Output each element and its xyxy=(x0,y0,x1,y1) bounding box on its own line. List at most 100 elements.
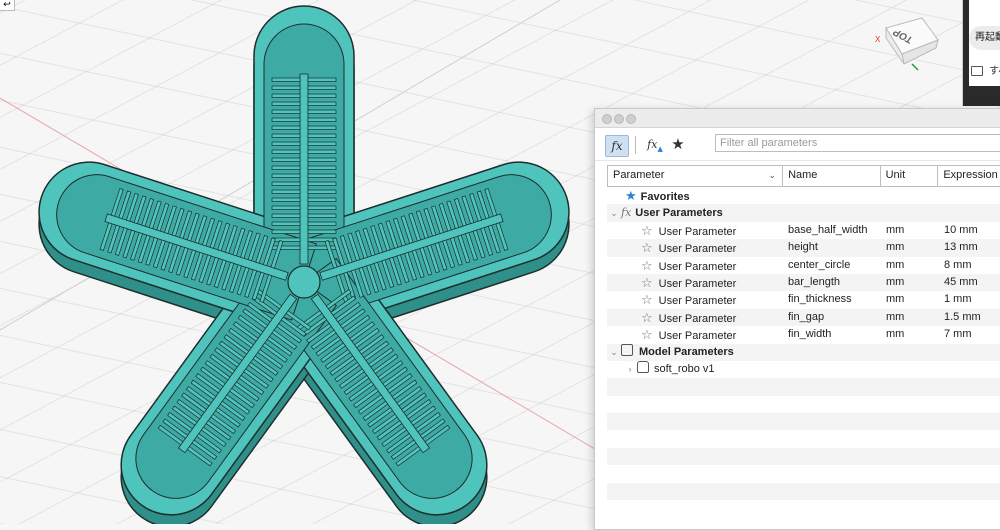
parameter-name[interactable]: fin_gap xyxy=(783,309,881,326)
fin xyxy=(307,157,337,162)
parameter-expression[interactable]: 7 mm xyxy=(939,326,1000,343)
table-row[interactable]: ☆ User Parameter bar_length mm 45 mm xyxy=(607,273,1000,292)
fin xyxy=(271,125,301,130)
fin xyxy=(271,213,301,218)
parameter-expression[interactable]: 45 mm xyxy=(939,274,1000,291)
parameter-name[interactable]: center_circle xyxy=(783,257,881,274)
fin xyxy=(271,165,301,170)
viewcube[interactable]: X TOP xyxy=(872,14,944,72)
parameter-unit[interactable]: mm xyxy=(881,222,939,239)
column-header-parameter[interactable]: Parameter ⌄ xyxy=(608,166,784,186)
table-row[interactable]: ☆ User Parameter base_half_width mm 10 mm xyxy=(607,222,1000,239)
star-outline-icon[interactable]: ☆ xyxy=(641,327,653,342)
parameter-unit[interactable]: mm xyxy=(881,257,939,274)
parameter-unit[interactable]: mm xyxy=(881,291,939,308)
column-header-expression[interactable]: Expression xyxy=(938,166,1000,186)
add-user-parameter-label: fx xyxy=(647,138,658,151)
group-favorites-row[interactable]: ★ Favorites xyxy=(607,187,1000,204)
empty-row xyxy=(607,500,1000,517)
parameter-name[interactable]: fin_width xyxy=(783,326,881,343)
toolbar-divider xyxy=(635,136,636,154)
fx-view-button[interactable]: fx xyxy=(605,135,629,157)
model-icon xyxy=(621,343,633,356)
fin xyxy=(307,117,337,122)
table-row[interactable]: ☆ User Parameter center_circle mm 8 mm xyxy=(607,257,1000,274)
parameter-expression[interactable]: 1 mm xyxy=(939,291,1000,308)
star-outline-icon[interactable]: ☆ xyxy=(641,223,653,238)
dark-footer xyxy=(969,86,1000,106)
parameter-unit[interactable]: mm xyxy=(881,326,939,343)
restart-button[interactable]: 再起動 xyxy=(969,26,1000,50)
filter-parameters-input[interactable] xyxy=(715,134,1000,152)
empty-row xyxy=(607,482,1000,501)
table-row[interactable]: ☆ User Parameter height mm 13 mm xyxy=(607,239,1000,257)
fin xyxy=(271,245,301,250)
chevron-down-icon[interactable]: ⌄ xyxy=(769,166,777,185)
zoom-window-button[interactable] xyxy=(626,114,636,124)
parameter-name[interactable]: height xyxy=(783,239,881,256)
parameter-type: User Parameter xyxy=(658,277,737,290)
star-outline-icon[interactable]: ☆ xyxy=(641,240,653,255)
empty-row xyxy=(607,465,1000,482)
chevron-down-icon[interactable]: ⌄ xyxy=(609,344,619,361)
parameter-expression[interactable]: 10 mm xyxy=(939,222,1000,239)
column-parameter-label: Parameter xyxy=(613,169,665,181)
fin xyxy=(307,133,337,138)
chevron-right-icon[interactable]: › xyxy=(625,361,635,378)
parameter-type: User Parameter xyxy=(658,243,737,256)
model-parameters-label: Model Parameters xyxy=(639,345,734,358)
fin xyxy=(307,149,337,154)
fin xyxy=(271,85,301,90)
parameter-name[interactable]: bar_length xyxy=(783,274,881,291)
fin xyxy=(307,125,337,130)
group-user-parameters-row[interactable]: ⌄ fx User Parameters xyxy=(607,204,1000,222)
model-component-row[interactable]: › soft_robo v1 xyxy=(607,360,1000,378)
component-icon xyxy=(637,360,649,373)
parameter-expression[interactable]: 8 mm xyxy=(939,257,1000,274)
empty-row xyxy=(607,447,1000,466)
star-outline-icon[interactable]: ☆ xyxy=(641,275,653,290)
add-user-parameter-button[interactable]: fx▲ xyxy=(645,135,665,155)
user-parameters-label: User Parameters xyxy=(635,207,723,220)
table-body: ★ Favorites ⌄ fx User Parameters ☆ User Para… xyxy=(607,187,1000,517)
column-header-name[interactable]: Name xyxy=(783,166,881,186)
component-name: soft_robo v1 xyxy=(654,362,715,375)
minimize-window-button[interactable] xyxy=(614,114,624,124)
fin xyxy=(307,93,337,98)
chevron-down-icon[interactable]: ⌄ xyxy=(609,205,619,221)
parameter-name[interactable]: fin_thickness xyxy=(783,291,881,308)
parameter-unit[interactable]: mm xyxy=(881,309,939,326)
star-outline-icon[interactable]: ☆ xyxy=(641,292,653,307)
dialog-titlebar[interactable] xyxy=(595,109,1000,128)
group-model-parameters-row[interactable]: ⌄ Model Parameters xyxy=(607,343,1000,361)
fin xyxy=(271,181,301,186)
parameter-name[interactable]: base_half_width xyxy=(783,222,881,239)
column-header-unit[interactable]: Unit xyxy=(881,166,939,186)
fin xyxy=(307,85,337,90)
star-outline-icon[interactable]: ☆ xyxy=(641,310,653,325)
fin xyxy=(271,237,301,242)
fin xyxy=(307,181,337,186)
star-icon: ★ xyxy=(625,188,637,203)
table-row[interactable]: ☆ User Parameter fin_width mm 7 mm xyxy=(607,326,1000,343)
star-outline-icon[interactable]: ☆ xyxy=(641,258,653,273)
parameter-expression[interactable]: 1.5 mm xyxy=(939,309,1000,326)
parameter-type: User Parameter xyxy=(658,225,737,238)
fx-icon: fx xyxy=(621,206,632,220)
parameter-expression[interactable]: 13 mm xyxy=(939,239,1000,256)
fin xyxy=(271,93,301,98)
folder-row[interactable]: すべ xyxy=(971,62,1000,77)
fin xyxy=(307,197,337,202)
table-row[interactable]: ☆ User Parameter fin_thickness mm 1 mm xyxy=(607,291,1000,308)
star-icon: ★ xyxy=(671,136,685,153)
fin xyxy=(307,109,337,114)
empty-row xyxy=(607,396,1000,413)
folder-label: すべ xyxy=(989,66,1000,77)
fin xyxy=(307,229,337,234)
table-row[interactable]: ☆ User Parameter fin_gap mm 1.5 mm xyxy=(607,308,1000,327)
parameter-unit[interactable]: mm xyxy=(881,274,939,291)
favorites-filter-button[interactable]: ★ xyxy=(669,135,687,155)
close-window-button[interactable] xyxy=(602,114,612,124)
fin xyxy=(307,77,337,82)
parameter-unit[interactable]: mm xyxy=(881,239,939,256)
